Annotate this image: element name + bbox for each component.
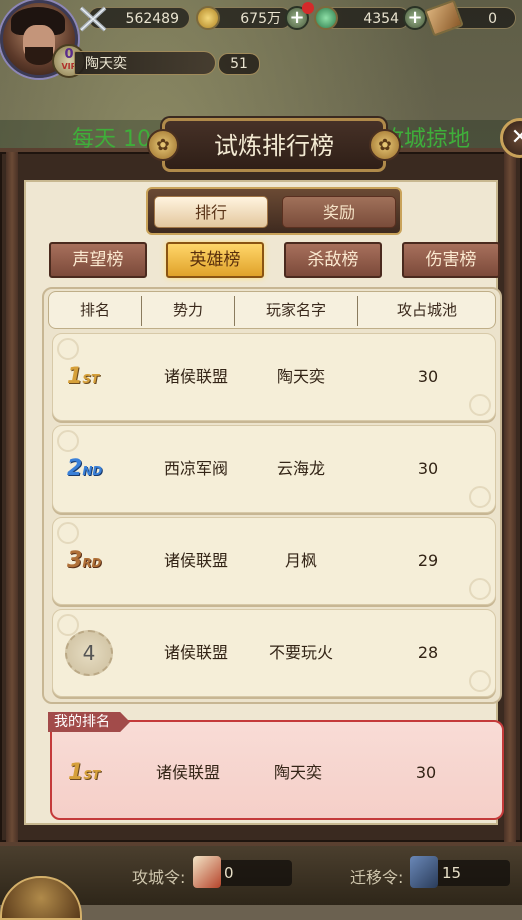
siege-token-value: 0 <box>224 864 234 882</box>
rank-suffix: ST <box>82 372 100 386</box>
frame-rail-left <box>6 152 18 842</box>
close-icon: ✕ <box>510 125 522 150</box>
rank-circle-badge: 4 <box>65 630 113 676</box>
rank-badge-silver: 2ND <box>67 454 117 484</box>
cloud-ornament-icon <box>469 578 491 600</box>
flower-ornament-icon: ✿ <box>369 129 401 161</box>
move-token-value: 15 <box>442 864 462 882</box>
siege-token-label: 攻城令: <box>132 868 186 887</box>
rank-suffix: RD <box>82 556 102 570</box>
rank-number: 1 <box>67 364 83 389</box>
table-header: 排名 势力 玩家名字 攻占城池 <box>48 291 496 329</box>
panel-tabs: 排行 奖励 <box>146 187 402 235</box>
coin-icon <box>196 6 220 30</box>
my-rank-player-name: 陶天奕 <box>273 763 322 782</box>
row-faction: 西凉军阀 <box>163 459 228 478</box>
rank-badge-bronze: 3RD <box>67 546 117 576</box>
cloud-ornament-icon <box>57 338 79 360</box>
cloud-ornament-icon <box>57 614 79 636</box>
table-row[interactable]: 2ND 西凉军阀 云海龙 30 <box>52 425 496 513</box>
table-row[interactable]: 1ST 诸侯联盟 陶天奕 30 <box>52 333 496 421</box>
vip-level: 0 <box>64 47 74 62</box>
bottom-bar: 攻城令: 0 迁移令: 15 <box>0 846 522 905</box>
add-jade-button[interactable]: + <box>403 6 427 30</box>
gold-value: 675万 <box>240 11 281 27</box>
category-reputation-button[interactable]: 声望榜 <box>49 242 147 278</box>
cloud-ornament-icon <box>469 394 491 416</box>
move-token-label: 迁移令: <box>350 868 404 887</box>
player-level: 51 <box>218 53 260 75</box>
rank-badge-gold: 1ST <box>67 362 117 392</box>
flower-ornament-icon: ✿ <box>147 129 179 161</box>
avatar-beard <box>25 47 53 65</box>
column-header-player: 玩家名字 <box>265 301 326 319</box>
column-header-rank: 排名 <box>79 301 110 319</box>
my-rank-faction: 诸侯联盟 <box>155 763 220 782</box>
row-faction: 诸侯联盟 <box>163 367 228 386</box>
rank-number: 3 <box>67 548 83 573</box>
tab-rewards[interactable]: 奖励 <box>282 196 396 228</box>
my-rank-tag: 我的排名 <box>48 712 130 732</box>
player-name: 陶天奕 <box>85 56 127 72</box>
row-faction: 诸侯联盟 <box>163 551 228 570</box>
row-player-name: 月枫 <box>284 551 317 570</box>
category-kills-button[interactable]: 杀敌榜 <box>284 242 382 278</box>
cloud-ornament-icon <box>57 430 79 452</box>
ticket-value: 0 <box>488 11 497 27</box>
ticket-icon <box>424 0 464 37</box>
plus-icon: + <box>407 7 423 28</box>
tab-ranking[interactable]: 排行 <box>154 196 268 228</box>
panel-title-banner: ✿ 试炼排行榜 ✿ <box>147 118 401 172</box>
player-name-plate: 陶天奕 <box>74 51 216 75</box>
table-row[interactable]: 4 诸侯联盟 不要玩火 28 <box>52 609 496 697</box>
column-header-faction: 势力 <box>172 301 203 319</box>
my-rank-cities: 30 <box>415 763 437 782</box>
move-token-icon <box>410 856 438 888</box>
panel-title: 试炼排行榜 <box>214 132 334 160</box>
table-row[interactable]: 3RD 诸侯联盟 月枫 29 <box>52 517 496 605</box>
category-hero-button[interactable]: 英雄榜 <box>166 242 264 278</box>
crossed-swords-icon <box>78 6 108 32</box>
jade-icon <box>314 6 338 30</box>
row-player-name: 陶天奕 <box>276 367 325 386</box>
frame-rail-right <box>504 152 516 842</box>
cloud-ornament-icon <box>469 486 491 508</box>
cloud-ornament-icon <box>57 522 79 544</box>
row-faction: 诸侯联盟 <box>163 643 228 662</box>
my-rank-card[interactable]: 1ST 诸侯联盟 陶天奕 30 <box>50 720 504 820</box>
rank-number: 2 <box>67 456 83 481</box>
cloud-ornament-icon <box>469 670 491 692</box>
ranking-table: 排名 势力 玩家名字 攻占城池 1ST 诸侯联盟 陶天奕 30 2ND 西凉军阀… <box>42 287 502 704</box>
column-header-cities: 攻占城池 <box>396 301 457 319</box>
row-player-name: 不要玩火 <box>268 643 333 662</box>
power-value: 562489 <box>125 11 179 27</box>
rank-number: 1 <box>68 760 84 785</box>
rank-suffix: ST <box>83 768 101 782</box>
my-rank-badge: 1ST <box>68 758 118 788</box>
row-player-name: 云海龙 <box>276 459 325 478</box>
top-resource-bar: 0 VIP 562489 675万 + 4354 + 0 陶天奕 51 <box>0 0 522 80</box>
rank-suffix: ND <box>82 464 103 478</box>
category-damage-button[interactable]: 伤害榜 <box>402 242 500 278</box>
notification-dot-icon <box>302 2 314 14</box>
jade-value: 4354 <box>363 11 399 27</box>
siege-token-icon <box>193 856 221 888</box>
